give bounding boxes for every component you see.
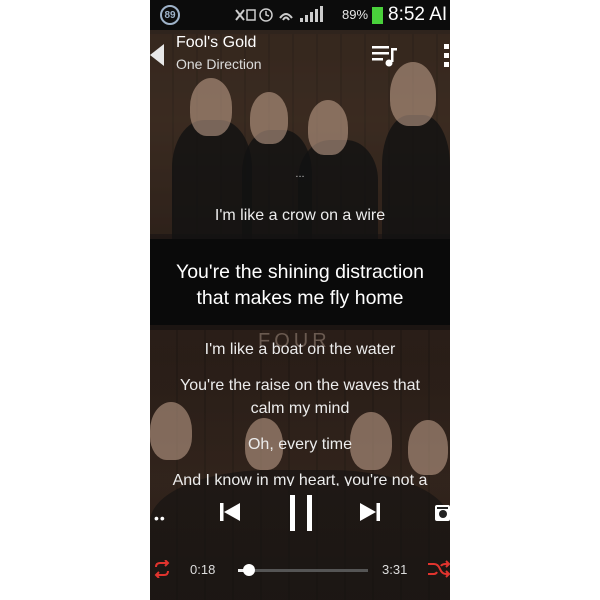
lyric-line-prev: I'm like a crow on a wire xyxy=(214,207,386,224)
repeat-icon[interactable] xyxy=(152,560,172,578)
lyric-line-next-4: And I know in my heart, you're not a xyxy=(172,472,428,486)
lyric-line-next-2b: calm my mind xyxy=(250,400,350,417)
music-player-screen: 89 89% 8:52 AI Fool's Gold One Direction xyxy=(150,0,450,600)
elapsed-time: 0:18 xyxy=(190,562,216,577)
song-artist: One Direction xyxy=(176,56,262,72)
lyrics-ellipsis: ... xyxy=(295,168,305,180)
skip-next-icon[interactable] xyxy=(358,500,382,524)
signal-wifi-alarm-icon xyxy=(235,6,323,22)
total-time: 3:31 xyxy=(382,562,408,577)
skip-previous-icon[interactable] xyxy=(218,500,242,524)
clock: 8:52 AI xyxy=(388,4,448,25)
back-arrow-icon[interactable] xyxy=(150,44,164,66)
seek-bar-thumb[interactable] xyxy=(243,564,256,576)
shuffle-icon[interactable] xyxy=(428,560,450,578)
more-options-icon[interactable]: •• xyxy=(154,510,166,526)
notification-badge: 89 xyxy=(160,5,180,25)
cast-icon[interactable] xyxy=(432,503,450,523)
current-lyric-line-1: You're the shining distraction xyxy=(176,261,424,283)
status-bar: 89 89% 8:52 AI xyxy=(150,0,450,30)
battery-icon xyxy=(372,7,383,24)
song-title: Fool's Gold xyxy=(176,34,257,51)
lyric-line-next-1: I'm like a boat on the water xyxy=(204,341,396,358)
lyric-line-next-2a: You're the raise on the waves that xyxy=(180,377,420,394)
overflow-menu-icon[interactable] xyxy=(444,44,450,68)
lyric-line-next-3: Oh, every time xyxy=(247,436,353,453)
current-lyric-line-2: that makes me fly home xyxy=(196,287,404,309)
current-lyric-panel: You're the shining distraction that make… xyxy=(150,239,450,325)
status-icons xyxy=(234,6,334,27)
queue-music-icon[interactable] xyxy=(372,44,398,68)
pause-icon[interactable] xyxy=(288,494,314,532)
battery-percent: 89% xyxy=(342,7,369,22)
seek-bar[interactable] xyxy=(238,564,368,576)
